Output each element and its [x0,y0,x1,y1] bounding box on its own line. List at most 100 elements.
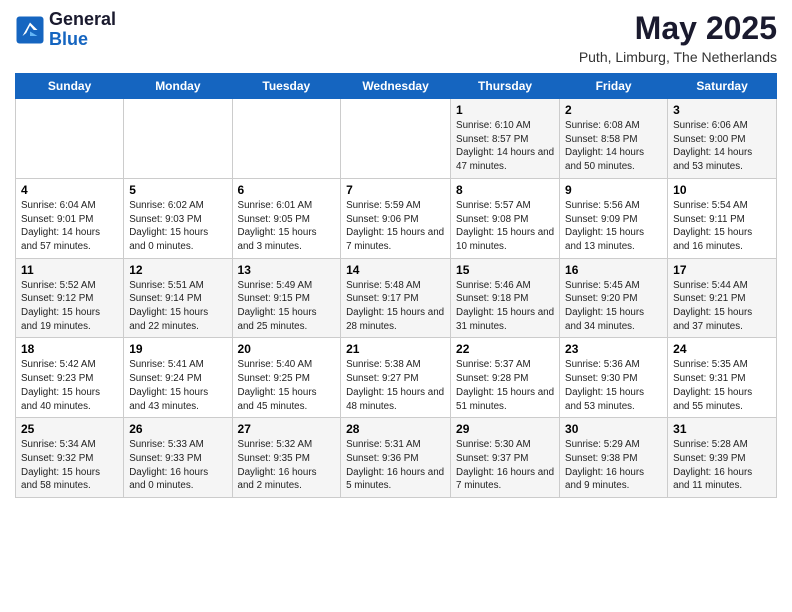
calendar-cell: 8 Sunrise: 5:57 AMSunset: 9:08 PMDayligh… [451,178,560,258]
day-number: 7 [346,183,445,197]
calendar-cell: 12 Sunrise: 5:51 AMSunset: 9:14 PMDaylig… [124,258,232,338]
calendar-cell: 10 Sunrise: 5:54 AMSunset: 9:11 PMDaylig… [668,178,777,258]
calendar-cell: 23 Sunrise: 5:36 AMSunset: 9:30 PMDaylig… [560,338,668,418]
day-number: 29 [456,422,554,436]
day-header-saturday: Saturday [668,74,777,99]
day-info: Sunrise: 6:10 AMSunset: 8:57 PMDaylight:… [456,120,554,172]
day-info: Sunrise: 5:44 AMSunset: 9:21 PMDaylight:… [673,280,752,332]
calendar-cell: 28 Sunrise: 5:31 AMSunset: 9:36 PMDaylig… [341,418,451,498]
day-number: 8 [456,183,554,197]
calendar-cell: 16 Sunrise: 5:45 AMSunset: 9:20 PMDaylig… [560,258,668,338]
day-info: Sunrise: 5:48 AMSunset: 9:17 PMDaylight:… [346,280,444,332]
day-number: 27 [238,422,336,436]
calendar-cell: 14 Sunrise: 5:48 AMSunset: 9:17 PMDaylig… [341,258,451,338]
day-number: 4 [21,183,118,197]
day-info: Sunrise: 5:49 AMSunset: 9:15 PMDaylight:… [238,280,317,332]
logo-blue: Blue [49,30,116,50]
day-header-monday: Monday [124,74,232,99]
calendar-cell: 17 Sunrise: 5:44 AMSunset: 9:21 PMDaylig… [668,258,777,338]
day-info: Sunrise: 5:35 AMSunset: 9:31 PMDaylight:… [673,359,752,411]
day-number: 25 [21,422,118,436]
day-info: Sunrise: 5:37 AMSunset: 9:28 PMDaylight:… [456,359,554,411]
calendar-cell: 7 Sunrise: 5:59 AMSunset: 9:06 PMDayligh… [341,178,451,258]
calendar-header: SundayMondayTuesdayWednesdayThursdayFrid… [16,74,777,99]
calendar-body: 1 Sunrise: 6:10 AMSunset: 8:57 PMDayligh… [16,99,777,498]
day-info: Sunrise: 5:57 AMSunset: 9:08 PMDaylight:… [456,200,554,252]
header-row: SundayMondayTuesdayWednesdayThursdayFrid… [16,74,777,99]
day-number: 16 [565,263,662,277]
day-info: Sunrise: 5:54 AMSunset: 9:11 PMDaylight:… [673,200,752,252]
day-info: Sunrise: 6:02 AMSunset: 9:03 PMDaylight:… [129,200,208,252]
calendar-week-5: 25 Sunrise: 5:34 AMSunset: 9:32 PMDaylig… [16,418,777,498]
day-info: Sunrise: 5:31 AMSunset: 9:36 PMDaylight:… [346,439,444,491]
calendar-cell: 5 Sunrise: 6:02 AMSunset: 9:03 PMDayligh… [124,178,232,258]
calendar-cell: 24 Sunrise: 5:35 AMSunset: 9:31 PMDaylig… [668,338,777,418]
logo-icon [15,15,45,45]
calendar-cell: 3 Sunrise: 6:06 AMSunset: 9:00 PMDayligh… [668,99,777,179]
day-number: 18 [21,342,118,356]
calendar-cell: 19 Sunrise: 5:41 AMSunset: 9:24 PMDaylig… [124,338,232,418]
day-number: 6 [238,183,336,197]
calendar-cell: 31 Sunrise: 5:28 AMSunset: 9:39 PMDaylig… [668,418,777,498]
calendar-cell: 30 Sunrise: 5:29 AMSunset: 9:38 PMDaylig… [560,418,668,498]
day-header-sunday: Sunday [16,74,124,99]
calendar-cell: 6 Sunrise: 6:01 AMSunset: 9:05 PMDayligh… [232,178,341,258]
calendar-cell [16,99,124,179]
day-number: 31 [673,422,771,436]
day-info: Sunrise: 5:46 AMSunset: 9:18 PMDaylight:… [456,280,554,332]
calendar-cell: 1 Sunrise: 6:10 AMSunset: 8:57 PMDayligh… [451,99,560,179]
calendar-cell: 25 Sunrise: 5:34 AMSunset: 9:32 PMDaylig… [16,418,124,498]
calendar-cell: 15 Sunrise: 5:46 AMSunset: 9:18 PMDaylig… [451,258,560,338]
day-info: Sunrise: 5:28 AMSunset: 9:39 PMDaylight:… [673,439,752,491]
day-info: Sunrise: 5:36 AMSunset: 9:30 PMDaylight:… [565,359,644,411]
day-number: 9 [565,183,662,197]
day-info: Sunrise: 5:56 AMSunset: 9:09 PMDaylight:… [565,200,644,252]
day-number: 21 [346,342,445,356]
day-number: 10 [673,183,771,197]
day-number: 1 [456,103,554,117]
calendar-week-2: 4 Sunrise: 6:04 AMSunset: 9:01 PMDayligh… [16,178,777,258]
day-info: Sunrise: 5:42 AMSunset: 9:23 PMDaylight:… [21,359,100,411]
day-info: Sunrise: 6:04 AMSunset: 9:01 PMDaylight:… [21,200,100,252]
day-info: Sunrise: 5:38 AMSunset: 9:27 PMDaylight:… [346,359,444,411]
calendar-cell: 20 Sunrise: 5:40 AMSunset: 9:25 PMDaylig… [232,338,341,418]
location-subtitle: Puth, Limburg, The Netherlands [579,49,777,65]
day-info: Sunrise: 5:29 AMSunset: 9:38 PMDaylight:… [565,439,644,491]
day-info: Sunrise: 5:52 AMSunset: 9:12 PMDaylight:… [21,280,100,332]
calendar-cell: 13 Sunrise: 5:49 AMSunset: 9:15 PMDaylig… [232,258,341,338]
day-number: 23 [565,342,662,356]
day-info: Sunrise: 5:59 AMSunset: 9:06 PMDaylight:… [346,200,444,252]
day-info: Sunrise: 6:06 AMSunset: 9:00 PMDaylight:… [673,120,752,172]
day-number: 3 [673,103,771,117]
day-number: 30 [565,422,662,436]
calendar-cell: 2 Sunrise: 6:08 AMSunset: 8:58 PMDayligh… [560,99,668,179]
day-number: 11 [21,263,118,277]
calendar-week-4: 18 Sunrise: 5:42 AMSunset: 9:23 PMDaylig… [16,338,777,418]
day-number: 12 [129,263,226,277]
day-number: 22 [456,342,554,356]
calendar-week-3: 11 Sunrise: 5:52 AMSunset: 9:12 PMDaylig… [16,258,777,338]
day-info: Sunrise: 5:45 AMSunset: 9:20 PMDaylight:… [565,280,644,332]
day-number: 28 [346,422,445,436]
calendar-cell: 29 Sunrise: 5:30 AMSunset: 9:37 PMDaylig… [451,418,560,498]
day-number: 15 [456,263,554,277]
calendar-cell: 9 Sunrise: 5:56 AMSunset: 9:09 PMDayligh… [560,178,668,258]
day-info: Sunrise: 5:40 AMSunset: 9:25 PMDaylight:… [238,359,317,411]
calendar-cell [232,99,341,179]
day-info: Sunrise: 6:01 AMSunset: 9:05 PMDaylight:… [238,200,317,252]
day-number: 14 [346,263,445,277]
day-info: Sunrise: 5:34 AMSunset: 9:32 PMDaylight:… [21,439,100,491]
day-header-friday: Friday [560,74,668,99]
calendar-week-1: 1 Sunrise: 6:10 AMSunset: 8:57 PMDayligh… [16,99,777,179]
day-info: Sunrise: 5:30 AMSunset: 9:37 PMDaylight:… [456,439,554,491]
logo-general: General [49,10,116,30]
day-number: 13 [238,263,336,277]
calendar-table: SundayMondayTuesdayWednesdayThursdayFrid… [15,73,777,498]
day-header-thursday: Thursday [451,74,560,99]
calendar-cell: 21 Sunrise: 5:38 AMSunset: 9:27 PMDaylig… [341,338,451,418]
day-number: 24 [673,342,771,356]
day-number: 20 [238,342,336,356]
calendar-cell [124,99,232,179]
calendar-cell: 11 Sunrise: 5:52 AMSunset: 9:12 PMDaylig… [16,258,124,338]
calendar-cell: 26 Sunrise: 5:33 AMSunset: 9:33 PMDaylig… [124,418,232,498]
